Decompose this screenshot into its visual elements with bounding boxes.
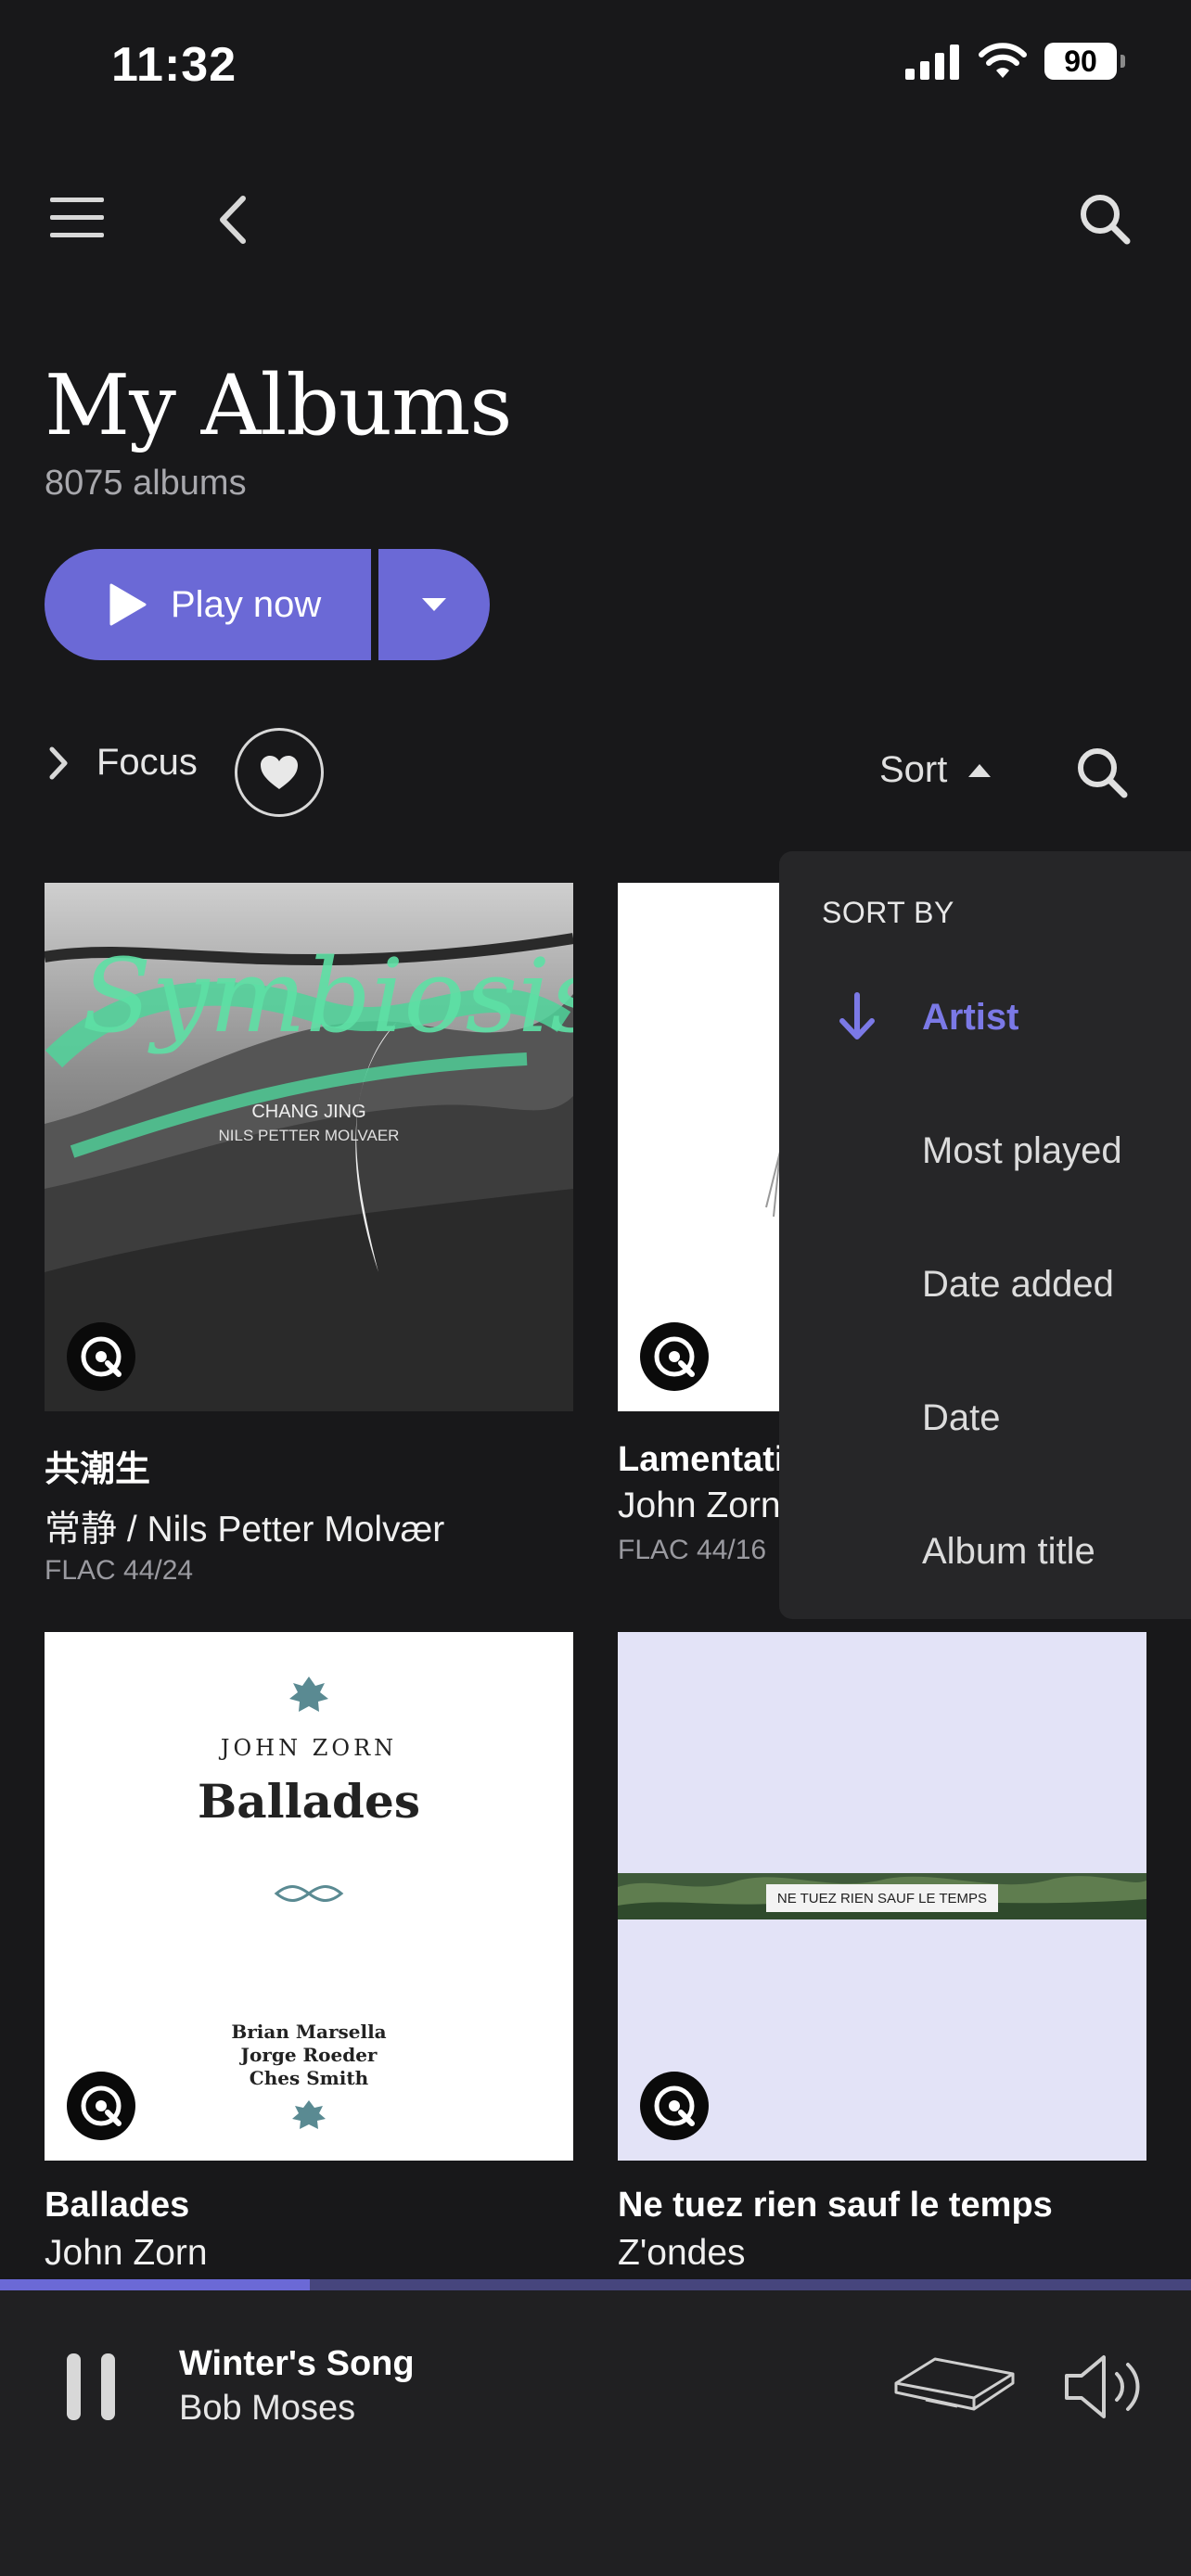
sort-button[interactable]: Sort [879,749,992,791]
album-artist[interactable]: John Zorn [618,1486,781,1526]
now-playing-artist[interactable]: Bob Moses [179,2389,355,2429]
svg-text:Symbiosis: Symbiosis [82,937,573,1055]
battery-indicator: 90 [1044,43,1125,80]
focus-toggle[interactable]: Focus [48,742,198,784]
play-now-label: Play now [171,583,322,625]
svg-text:Brian Marsella: Brian Marsella [231,2021,386,2043]
mini-player[interactable] [0,2290,1191,2576]
now-playing-title[interactable]: Winter's Song [179,2344,415,2384]
page-title: My Albums [45,357,512,454]
qobuz-badge-icon [640,2072,709,2140]
svg-text:CHANG JING: CHANG JING [251,1102,365,1122]
album-count: 8075 albums [45,464,247,503]
album-cover[interactable]: Symbiosis CHANG JING NILS PETTER MOLVAER [45,883,573,1411]
svg-text:NE TUEZ RIEN SAUF LE TEMPS: NE TUEZ RIEN SAUF LE TEMPS [777,1891,987,1906]
play-now-button[interactable]: Play now [45,549,371,660]
svg-text:JOHN ZORN: JOHN ZORN [218,1735,397,1761]
filter-search-icon[interactable] [1076,746,1128,803]
sort-option-date-added[interactable]: Date added [922,1264,1114,1306]
svg-text:NILS PETTER MOLVAER: NILS PETTER MOLVAER [219,1127,400,1144]
search-icon[interactable] [1079,193,1131,249]
svg-text:Ballades: Ballades [198,1774,420,1829]
focus-label: Focus [96,742,198,783]
pause-icon[interactable] [65,2353,117,2425]
album-title[interactable]: Lamentati [618,1440,784,1480]
signal-icon [905,45,959,80]
album-cover[interactable]: JOHN ZORN Ballades Brian Marsella Jorge … [45,1632,573,2161]
caret-up-icon [968,763,992,777]
qobuz-badge-icon [640,1322,709,1391]
menu-icon[interactable] [50,195,104,246]
album-artist[interactable]: 常静 / Nils Petter Molvær [45,1500,444,1552]
chevron-right-icon [49,746,68,779]
album-title[interactable]: 共潮生 [45,1440,150,1491]
album-format: FLAC 44/24 [45,1555,194,1586]
svg-text:Jorge Roeder: Jorge Roeder [239,2044,378,2066]
album-title[interactable]: Ballades [45,2186,189,2225]
wifi-icon [979,43,1027,78]
album-format: FLAC 44/16 [618,1535,767,1565]
sort-label: Sort [879,749,948,790]
volume-icon[interactable] [1063,2353,1148,2425]
favorites-filter-button[interactable] [235,728,324,817]
arrow-down-icon [839,992,875,1039]
status-icons: 90 [905,43,1125,80]
streamer-device-icon[interactable] [892,2355,1017,2421]
svg-text:Ches Smith: Ches Smith [250,2067,369,2089]
play-icon [109,583,147,626]
album-title[interactable]: Ne tuez rien sauf le temps [618,2186,1053,2225]
album-artist[interactable]: Z'ondes [618,2233,746,2274]
status-time: 11:32 [111,38,237,92]
album-cover[interactable]: NE TUEZ RIEN SAUF LE TEMPS [618,1632,1146,2161]
heart-icon [261,756,298,789]
album-artist[interactable]: John Zorn [45,2233,208,2274]
qobuz-badge-icon [67,1322,135,1391]
caret-down-icon [422,598,446,611]
back-icon[interactable] [215,195,252,249]
sort-menu-heading: SORT BY [822,896,954,929]
playback-progress-fill [0,2279,310,2290]
qobuz-badge-icon [67,2072,135,2140]
sort-menu: SORT BY Artist Most played Date added Da… [779,851,1191,1619]
sort-option-album-title[interactable]: Album title [922,1531,1095,1573]
sort-option-date[interactable]: Date [922,1397,1001,1439]
play-options-button[interactable] [378,549,490,660]
sort-option-artist[interactable]: Artist [922,997,1018,1039]
sort-option-most-played[interactable]: Most played [922,1130,1122,1172]
